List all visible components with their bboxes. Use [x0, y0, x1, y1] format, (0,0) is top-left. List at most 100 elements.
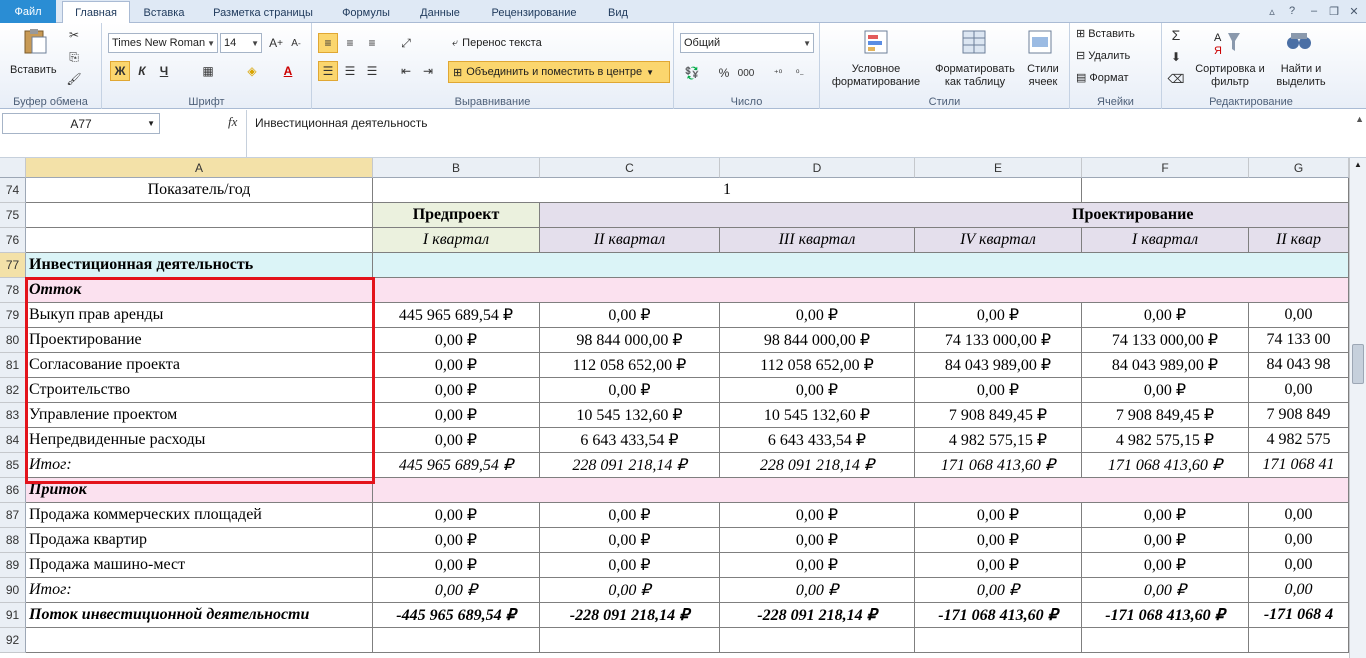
cell-value[interactable]: 171 068 413,60 ₽ [915, 453, 1082, 478]
column-header-d[interactable]: D [720, 158, 915, 178]
align-right-icon[interactable]: ☰ [362, 61, 382, 81]
cell-value[interactable]: 0,00 [1249, 578, 1349, 603]
row-header[interactable]: 81 [0, 353, 26, 378]
cell-value[interactable]: 0,00 ₽ [720, 553, 915, 578]
grow-font-icon[interactable]: A + [266, 33, 286, 53]
cell-value[interactable]: 10 545 132,60 ₽ [540, 403, 720, 428]
cell-value[interactable]: 10 545 132,60 ₽ [720, 403, 915, 428]
cell-value[interactable]: 0,00 ₽ [373, 328, 540, 353]
cell-value[interactable]: 112 058 652,00 ₽ [540, 353, 720, 378]
column-header-c[interactable]: C [540, 158, 720, 178]
cell-label[interactable]: Продажа квартир [26, 528, 373, 553]
cell-value[interactable]: 0,00 ₽ [373, 578, 540, 603]
cell-value[interactable]: 7 908 849,45 ₽ [1082, 403, 1249, 428]
cell-label[interactable]: Итог: [26, 578, 373, 603]
cell-label[interactable]: Итог: [26, 453, 373, 478]
row-header[interactable]: 74 [0, 178, 26, 203]
cell-value[interactable]: 74 133 000,00 ₽ [915, 328, 1082, 353]
thousands-button[interactable]: 000 [736, 63, 756, 83]
cell-value[interactable]: 0,00 ₽ [540, 528, 720, 553]
cell-value[interactable]: 0,00 ₽ [915, 503, 1082, 528]
cell[interactable] [26, 228, 373, 253]
cell-value[interactable]: 0,00 ₽ [915, 303, 1082, 328]
font-color-icon[interactable]: A [278, 61, 298, 81]
cell-value[interactable]: 0,00 [1249, 303, 1349, 328]
shrink-font-icon[interactable]: A- [286, 33, 306, 53]
cell-label[interactable]: Отток [26, 278, 373, 303]
cell-value[interactable]: 74 133 000,00 ₽ [1082, 328, 1249, 353]
cell-value[interactable]: 0,00 [1249, 503, 1349, 528]
cell-value[interactable]: 0,00 [1249, 378, 1349, 403]
number-format-select[interactable]: Общий ▼ [680, 33, 814, 53]
column-header-f[interactable]: F [1082, 158, 1249, 178]
cell-value[interactable]: 0,00 ₽ [373, 428, 540, 453]
sort-filter-button[interactable]: Сортировка и фильтр [1194, 63, 1266, 89]
align-middle-icon[interactable]: ≡ [340, 33, 360, 53]
cell-value[interactable]: 0,00 ₽ [373, 353, 540, 378]
format-as-table-button[interactable]: Форматировать как таблицу [930, 63, 1020, 89]
conditional-format-icon[interactable] [862, 27, 892, 57]
cell-value[interactable]: 0,00 ₽ [540, 553, 720, 578]
cell-value[interactable]: 445 965 689,54 ₽ [373, 303, 540, 328]
decrease-indent-icon[interactable]: ⇤ [396, 61, 416, 81]
cell-value[interactable]: 0,00 ₽ [1082, 303, 1249, 328]
tab-view[interactable]: Вид [598, 2, 638, 23]
tab-page-layout[interactable]: Разметка страницы [198, 2, 328, 23]
cell-value[interactable]: 171 068 413,60 ₽ [1082, 453, 1249, 478]
cell-label[interactable]: Строительство [26, 378, 373, 403]
cell-phase-design[interactable]: Проектирование [540, 203, 1349, 228]
cell-year-2[interactable] [1082, 178, 1349, 203]
cell-value[interactable]: 0,00 ₽ [1082, 528, 1249, 553]
tab-data[interactable]: Данные [410, 2, 470, 23]
tab-insert[interactable]: Вставка [136, 2, 192, 23]
autosum-icon[interactable]: Σ [1166, 25, 1186, 45]
cell-value[interactable]: 0,00 ₽ [373, 403, 540, 428]
merge-center-button[interactable]: ⊞ Объединить и поместить в центре ▼ [448, 61, 670, 83]
cell-quarter[interactable]: II квар [1249, 228, 1349, 253]
cell-value[interactable]: 74 133 00 [1249, 328, 1349, 353]
decrease-decimal-icon[interactable]: ⁰₋ [790, 63, 810, 83]
column-header-e[interactable]: E [915, 158, 1082, 178]
help-icon[interactable]: ? [1284, 3, 1300, 19]
cell-value[interactable]: 6 643 433,54 ₽ [540, 428, 720, 453]
cell[interactable] [1249, 628, 1349, 653]
find-select-button[interactable]: Найти и выделить [1268, 63, 1334, 89]
cell-value[interactable]: 0,00 ₽ [915, 378, 1082, 403]
cell-value[interactable]: -171 068 413,60 ₽ [1082, 603, 1249, 628]
cell-value[interactable]: 84 043 98 [1249, 353, 1349, 378]
cell-value[interactable]: 0,00 [1249, 528, 1349, 553]
cell-label[interactable]: Продажа коммерческих площадей [26, 503, 373, 528]
function-icon[interactable]: fx [228, 114, 237, 130]
cell-value[interactable]: 445 965 689,54 ₽ [373, 453, 540, 478]
align-center-icon[interactable]: ☰ [340, 61, 360, 81]
cell-value[interactable]: -228 091 218,14 ₽ [720, 603, 915, 628]
cell-value[interactable]: 0,00 ₽ [373, 553, 540, 578]
cell-value[interactable]: 0,00 ₽ [720, 378, 915, 403]
cell-value[interactable]: 7 908 849 [1249, 403, 1349, 428]
cell[interactable] [1082, 628, 1249, 653]
conditional-format-button[interactable]: Условное форматирование [824, 63, 928, 89]
formula-input[interactable]: Инвестиционная деятельность [246, 110, 1350, 157]
cell[interactable] [26, 203, 373, 228]
cell-value[interactable]: 0,00 ₽ [1082, 553, 1249, 578]
wrap-text-button[interactable]: ⤶ Перенос текста [452, 33, 542, 53]
row-header[interactable]: 79 [0, 303, 26, 328]
cell[interactable] [373, 278, 1349, 303]
paste-icon[interactable] [20, 27, 50, 57]
format-painter-icon[interactable]: 🖌 [64, 69, 84, 89]
row-header[interactable]: 85 [0, 453, 26, 478]
cell-quarter[interactable]: I квартал [1082, 228, 1249, 253]
cell-label[interactable] [26, 628, 373, 653]
sort-filter-icon[interactable]: АЯ [1212, 27, 1242, 57]
cell-label[interactable]: Инвестиционная деятельность [26, 253, 373, 278]
select-all-corner[interactable] [0, 158, 26, 178]
column-header-g[interactable]: G [1249, 158, 1349, 178]
cell-value[interactable]: 84 043 989,00 ₽ [1082, 353, 1249, 378]
orientation-icon[interactable]: ⤢ [396, 33, 416, 53]
cell-value[interactable]: 4 982 575,15 ₽ [1082, 428, 1249, 453]
cell[interactable] [373, 478, 1349, 503]
cell-value[interactable]: 6 643 433,54 ₽ [720, 428, 915, 453]
cell-value[interactable]: 0,00 ₽ [720, 303, 915, 328]
cell-label[interactable]: Продажа машино-мест [26, 553, 373, 578]
cell-phase-preproject[interactable]: Предпроект [373, 203, 540, 228]
